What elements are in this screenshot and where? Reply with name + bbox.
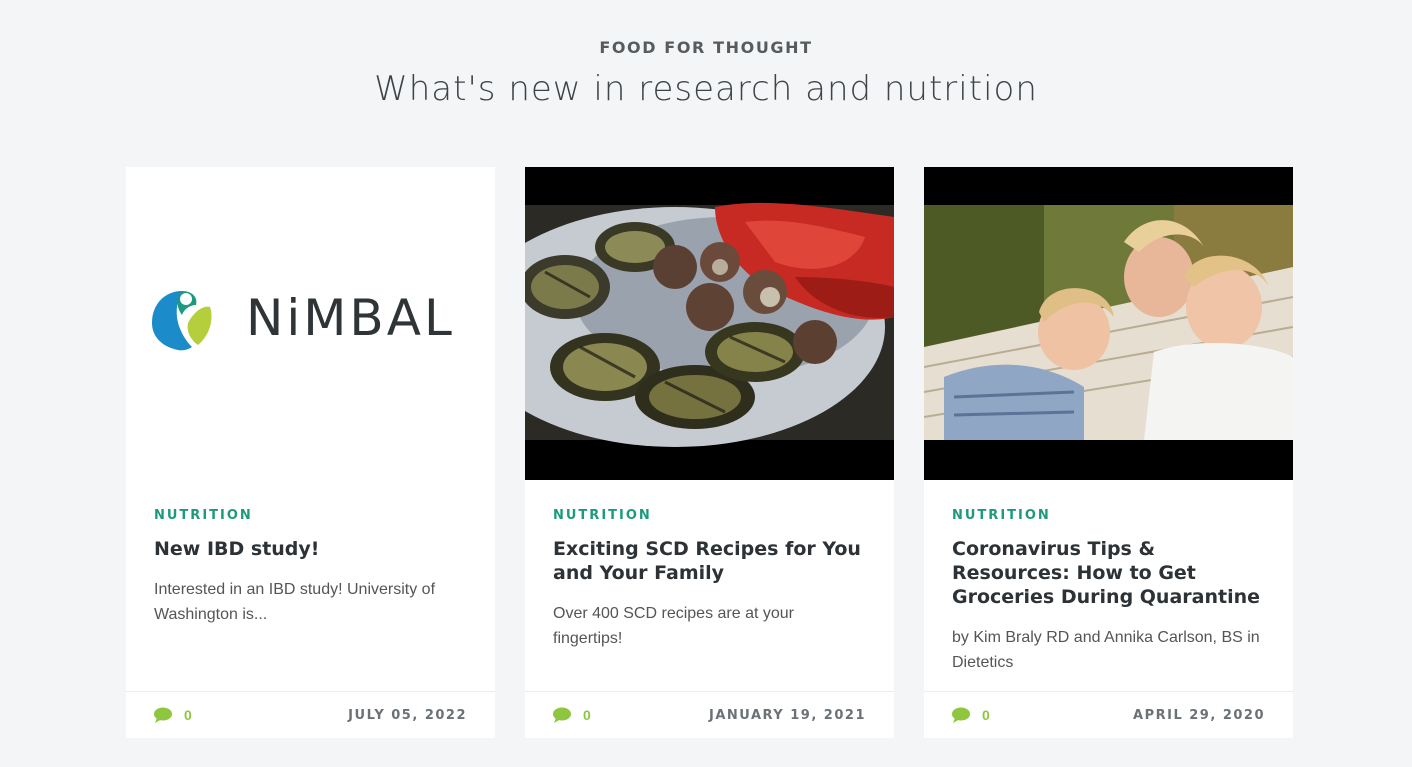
article-excerpt: Interested in an IBD study! University o…	[154, 581, 436, 623]
article-title[interactable]: Coronavirus Tips & Resources: How to Get…	[952, 537, 1265, 609]
comment-count[interactable]: 0	[553, 707, 591, 723]
comment-count-value: 0	[982, 707, 990, 723]
section-header: FOOD FOR THOUGHT What's new in research …	[0, 0, 1412, 109]
article-category[interactable]: NUTRITION	[952, 508, 1265, 523]
article-thumbnail[interactable]	[525, 167, 894, 480]
article-card[interactable]: NUTRITION Coronavirus Tips & Resources: …	[924, 167, 1293, 738]
article-card[interactable]: NiMBAL NUTRITION New IBD study! Interest…	[126, 167, 495, 738]
section-eyebrow: FOOD FOR THOUGHT	[599, 38, 813, 57]
comment-icon	[553, 707, 571, 723]
article-footer: 0 APRIL 29, 2020	[924, 691, 1293, 738]
article-excerpt: by Kim Braly RD and Annika Carlson, BS i…	[952, 629, 1260, 671]
comment-icon	[154, 707, 172, 723]
article-date: JANUARY 19, 2021	[709, 707, 866, 723]
nimbal-mark-icon	[152, 291, 212, 351]
logo-text: NiMBAL	[246, 289, 455, 347]
article-category[interactable]: NUTRITION	[553, 508, 866, 523]
section-headline: What's new in research and nutrition	[374, 69, 1038, 109]
article-title[interactable]: Exciting SCD Recipes for You and Your Fa…	[553, 537, 866, 585]
article-footer: 0 JANUARY 19, 2021	[525, 691, 894, 738]
article-thumbnail[interactable]	[924, 167, 1293, 480]
grilled-vegetables-photo	[525, 202, 894, 447]
article-card[interactable]: NUTRITION Exciting SCD Recipes for You a…	[525, 167, 894, 738]
nimbal-logo: NiMBAL	[146, 283, 455, 353]
article-cards: NiMBAL NUTRITION New IBD study! Interest…	[126, 167, 1293, 738]
comment-icon	[952, 707, 970, 723]
article-category[interactable]: NUTRITION	[154, 508, 467, 523]
family-hammock-photo	[924, 205, 1293, 440]
comment-count-value: 0	[184, 707, 192, 723]
article-footer: 0 JULY 05, 2022	[126, 691, 495, 738]
article-excerpt: Over 400 SCD recipes are at your fingert…	[553, 605, 794, 647]
comment-count[interactable]: 0	[952, 707, 990, 723]
comment-count[interactable]: 0	[154, 707, 192, 723]
article-thumbnail[interactable]: NiMBAL	[126, 167, 495, 480]
comment-count-value: 0	[583, 707, 591, 723]
article-title[interactable]: New IBD study!	[154, 537, 467, 561]
article-date: APRIL 29, 2020	[1133, 707, 1265, 723]
article-date: JULY 05, 2022	[348, 707, 467, 723]
